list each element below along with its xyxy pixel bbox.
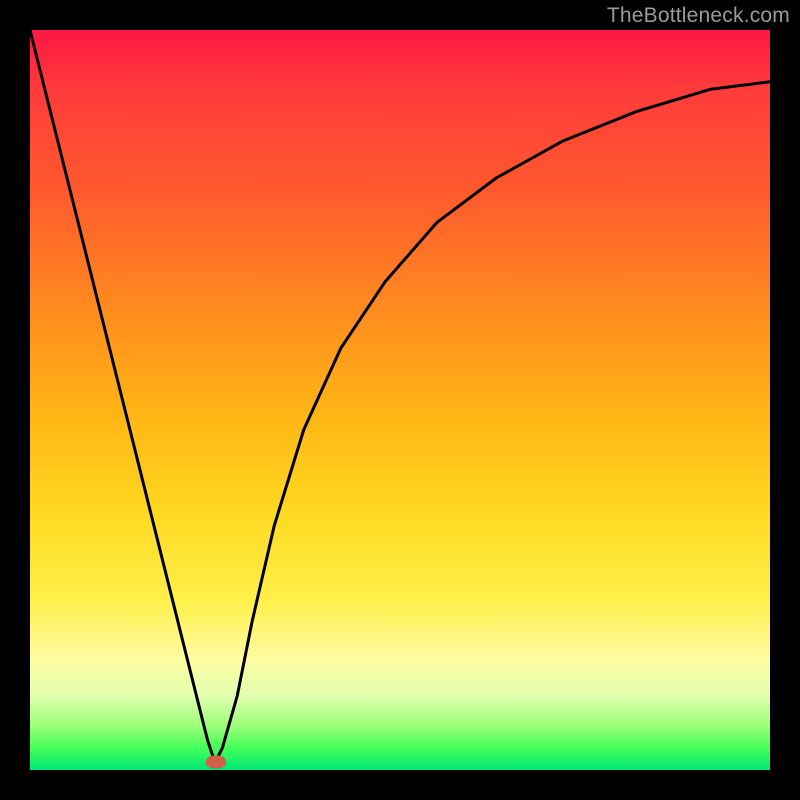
attribution-watermark: TheBottleneck.com <box>607 4 790 28</box>
bottleneck-curve-path <box>30 30 770 763</box>
plot-area <box>30 30 770 770</box>
optimum-marker <box>206 756 226 769</box>
curve-layer <box>30 30 770 770</box>
chart-frame: TheBottleneck.com <box>0 0 800 800</box>
